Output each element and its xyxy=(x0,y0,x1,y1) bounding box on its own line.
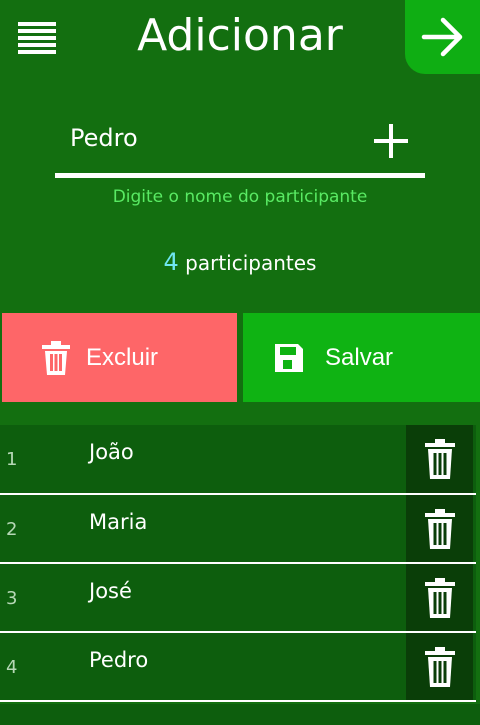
row-index: 1 xyxy=(6,449,18,470)
delete-participant-button[interactable] xyxy=(406,495,473,562)
save-label: Salvar xyxy=(325,343,394,371)
trash-icon xyxy=(424,646,455,687)
count-label: participantes xyxy=(185,251,317,275)
input-underline xyxy=(55,173,425,178)
floppy-disk-icon xyxy=(275,343,303,372)
participant-list: 1 João 2 Maria 3 José 4 Pedro xyxy=(0,425,476,702)
delete-participant-button[interactable] xyxy=(406,633,473,700)
row-index: 2 xyxy=(6,519,18,540)
row-name: José xyxy=(89,579,132,603)
list-item: 3 José xyxy=(0,564,476,633)
row-name: Pedro xyxy=(89,648,149,672)
count-number: 4 xyxy=(163,248,179,276)
delete-all-label: Excluir xyxy=(86,343,159,371)
helper-text: Digite o nome do participante xyxy=(112,187,368,207)
list-item: 4 Pedro xyxy=(0,633,476,702)
row-index: 4 xyxy=(6,657,18,678)
list-footer-area xyxy=(0,704,480,725)
row-name: João xyxy=(89,440,134,464)
trash-icon xyxy=(424,508,455,549)
trash-icon xyxy=(42,340,70,375)
participant-count: 4 participantes xyxy=(0,248,480,276)
participant-name-input[interactable] xyxy=(55,113,370,163)
trash-icon xyxy=(424,577,455,618)
trash-icon xyxy=(424,439,455,479)
list-item: 2 Maria xyxy=(0,495,476,564)
delete-participant-button[interactable] xyxy=(406,425,473,493)
plus-icon[interactable] xyxy=(374,124,408,158)
delete-all-button[interactable]: Excluir xyxy=(2,313,237,402)
row-index: 3 xyxy=(6,588,18,609)
next-button[interactable] xyxy=(405,0,480,74)
row-name: Maria xyxy=(89,510,148,534)
save-button[interactable]: Salvar xyxy=(243,313,480,402)
delete-participant-button[interactable] xyxy=(406,564,473,631)
list-item: 1 João xyxy=(0,425,476,495)
arrow-right-icon xyxy=(421,17,462,57)
